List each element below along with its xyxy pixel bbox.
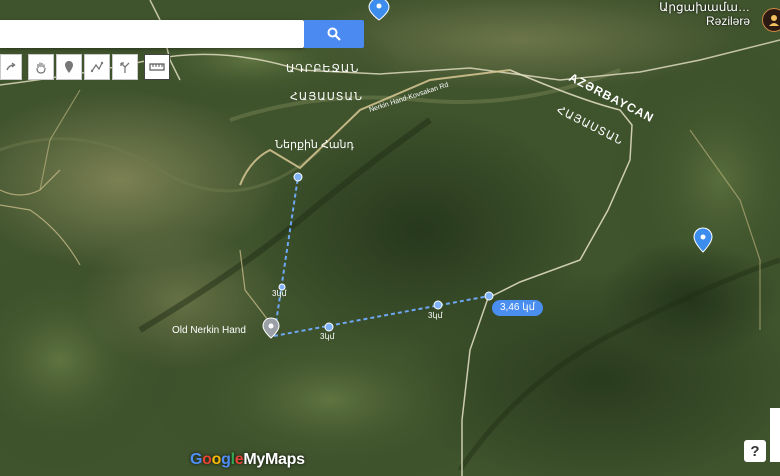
pan-button[interactable]	[28, 54, 54, 80]
user-name-line2: Rəzilərə	[705, 14, 750, 28]
measure-button[interactable]	[144, 54, 170, 80]
search-button[interactable]	[304, 20, 364, 48]
user-name-line1: Արցախամա…	[659, 0, 750, 14]
label-small-3: 3կմ	[320, 332, 336, 341]
directions-icon	[120, 62, 130, 73]
label-azerbaijan-hy: ԱԴՐԲԵՋԱՆ	[286, 63, 359, 75]
avatar[interactable]	[762, 8, 780, 32]
label-old-nerkin-hand: Old Nerkin Hand	[172, 325, 246, 336]
add-marker-button[interactable]	[56, 54, 82, 80]
measure-vertex[interactable]	[484, 291, 494, 301]
label-small-1: 3կմ	[272, 289, 288, 298]
marker-icon	[65, 61, 73, 73]
label-small-2: 3կմ	[428, 311, 444, 320]
search-input[interactable]	[0, 20, 304, 48]
label-armenia-top: ՀԱՅԱՍՏԱՆ	[290, 91, 363, 103]
distance-badge: 3,46 կմ	[492, 300, 543, 316]
measure-vertex[interactable]	[433, 300, 443, 310]
user-avatar-icon	[769, 15, 779, 26]
directions-button[interactable]	[112, 54, 138, 80]
label-village-hy: Ներքին Հանդ	[275, 139, 355, 151]
hand-icon	[36, 62, 46, 74]
google-my-maps-logo: GoogleMyMaps	[190, 451, 305, 468]
user-name[interactable]: Արցախամա… Rəzilərə	[659, 0, 750, 28]
zoom-control-strip[interactable]	[770, 408, 780, 462]
ruler-icon	[149, 63, 165, 71]
draw-line-icon	[90, 61, 104, 73]
measure-vertex[interactable]	[293, 172, 303, 182]
search-bar	[0, 20, 304, 48]
help-button[interactable]: ?	[744, 440, 766, 462]
redo-button[interactable]	[0, 54, 22, 80]
redo-icon	[6, 62, 16, 71]
draw-line-button[interactable]	[84, 54, 110, 80]
search-icon	[327, 27, 341, 41]
measure-vertex[interactable]	[324, 322, 334, 332]
map-toolbar	[0, 54, 172, 80]
